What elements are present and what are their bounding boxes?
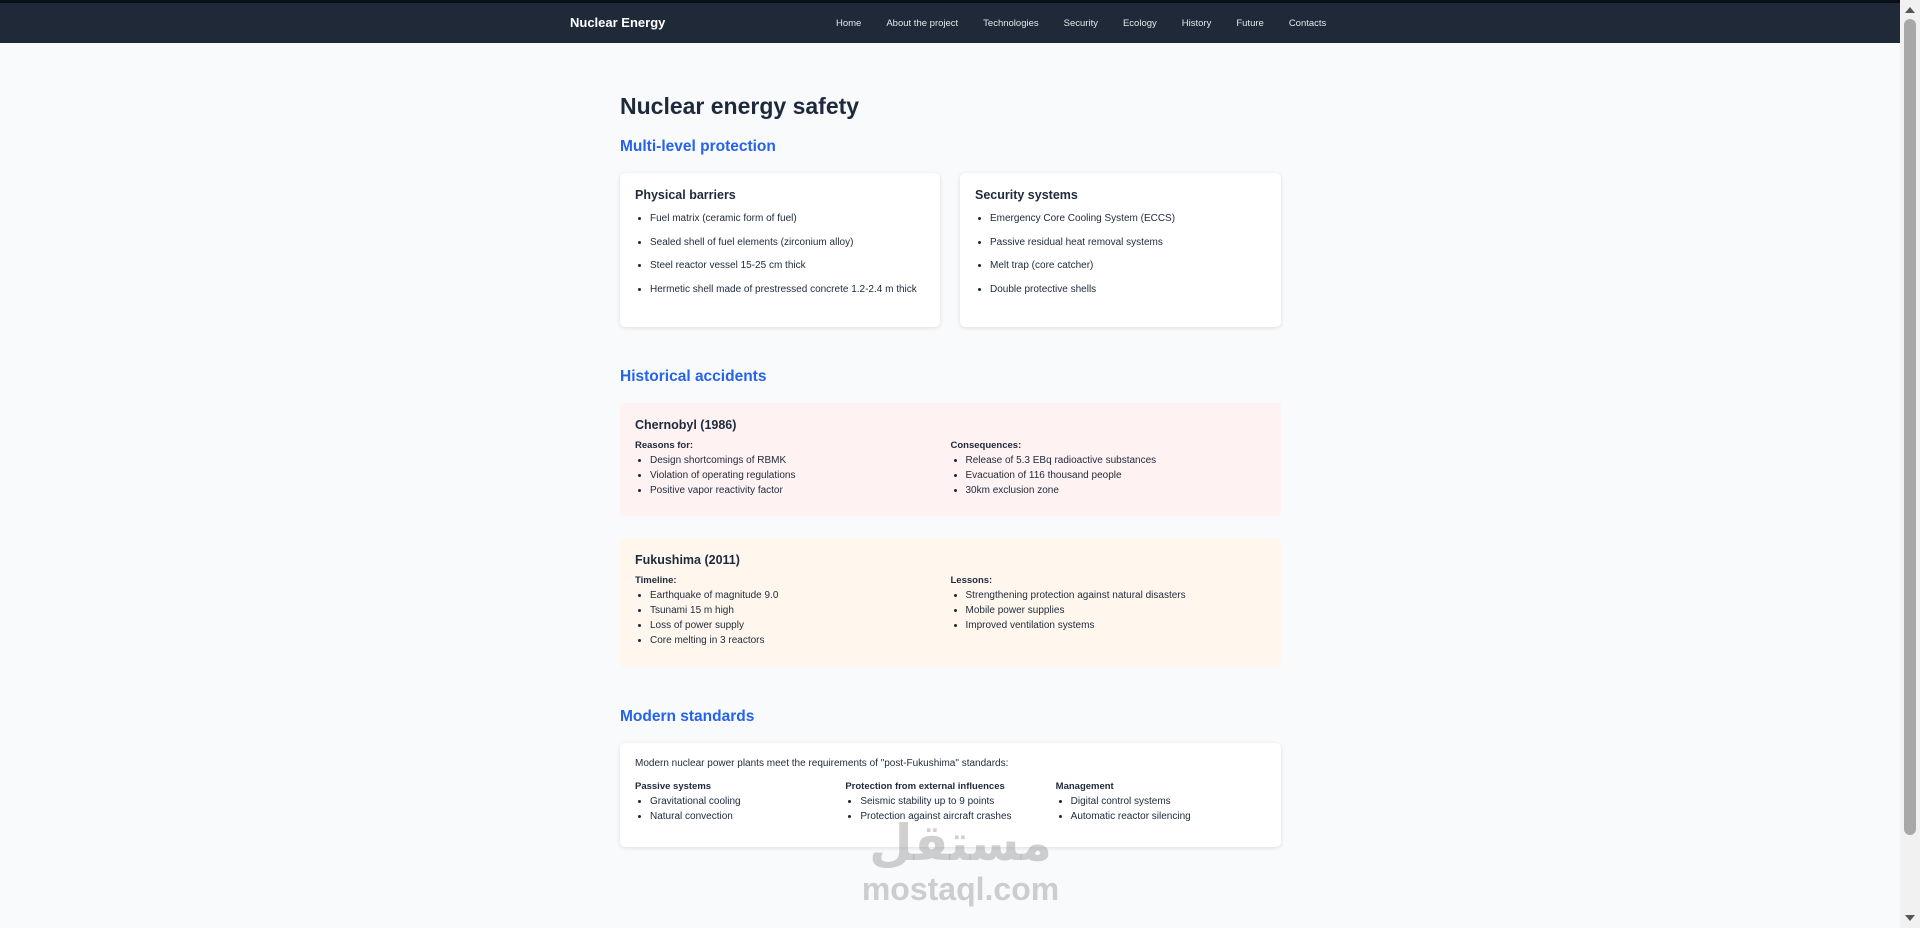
column-label: Reasons for: xyxy=(635,440,694,451)
physical-barriers-list: Fuel matrix (ceramic form of fuel) Seale… xyxy=(635,212,925,297)
nav-link-future[interactable]: Future xyxy=(1236,18,1263,29)
nav-menu: Home About the project Technologies Secu… xyxy=(836,3,1326,43)
list-item: Evacuation of 116 thousand people xyxy=(966,468,1267,483)
card-title: Chernobyl (1986) xyxy=(635,418,737,432)
reasons-column: Reasons for: Design shortcomings of RBMK… xyxy=(635,440,951,498)
lessons-column: Lessons: Strengthening protection agains… xyxy=(951,575,1267,648)
list-item: Emergency Core Cooling System (ECCS) xyxy=(990,212,1266,227)
list-item: Gravitational cooling xyxy=(650,794,845,809)
list-item: Positive vapor reactivity factor xyxy=(650,483,951,498)
card-title: Fukushima (2011) xyxy=(635,553,740,567)
column-label: Passive systems xyxy=(635,781,712,792)
watermark-text: mostaql.com xyxy=(861,871,1060,907)
column-label: Management xyxy=(1055,781,1114,792)
management-column: Management Digital control systems Autom… xyxy=(1056,781,1266,824)
nav-link-history[interactable]: History xyxy=(1182,18,1212,29)
list-item: 30km exclusion zone xyxy=(966,483,1267,498)
nav-link-security[interactable]: Security xyxy=(1064,18,1098,29)
brand-logo[interactable]: Nuclear Energy xyxy=(570,15,665,30)
external-protection-column: Protection from external influences Seis… xyxy=(845,781,1055,824)
list-item: Sealed shell of fuel elements (zirconium… xyxy=(650,236,925,251)
vertical-scrollbar[interactable] xyxy=(1900,0,1920,928)
nav-link-technologies[interactable]: Technologies xyxy=(983,18,1038,29)
list-item: Mobile power supplies xyxy=(966,603,1267,618)
list-item: Steel reactor vessel 15-25 cm thick xyxy=(650,259,925,274)
chernobyl-card: Chernobyl (1986) Reasons for: Design sho… xyxy=(620,403,1281,516)
list-item: Tsunami 15 m high xyxy=(650,603,951,618)
card-title: Physical barriers xyxy=(635,188,736,202)
column-label: Timeline: xyxy=(635,575,677,586)
scrollbar-thumb[interactable] xyxy=(1904,19,1916,835)
list-item: Seismic stability up to 9 points xyxy=(860,794,1055,809)
scroll-up-arrow-icon[interactable] xyxy=(1905,7,1915,13)
nav-link-home[interactable]: Home xyxy=(836,18,861,29)
list-item: Violation of operating regulations xyxy=(650,468,951,483)
nav-link-ecology[interactable]: Ecology xyxy=(1123,18,1157,29)
physical-barriers-card: Physical barriers Fuel matrix (ceramic f… xyxy=(620,173,940,327)
list-item: Melt trap (core catcher) xyxy=(990,259,1266,274)
list-item: Natural convection xyxy=(650,809,845,824)
list-item: Digital control systems xyxy=(1071,794,1266,809)
list-item: Strengthening protection against natural… xyxy=(966,588,1267,603)
card-title: Security systems xyxy=(975,188,1078,202)
modern-standards-card: Modern nuclear power plants meet the req… xyxy=(620,743,1281,847)
navbar: Nuclear Energy Home About the project Te… xyxy=(0,3,1900,43)
consequences-column: Consequences: Release of 5.3 EBq radioac… xyxy=(951,440,1267,498)
column-label: Lessons: xyxy=(950,575,993,586)
list-item: Improved ventilation systems xyxy=(966,618,1267,633)
list-item: Core melting in 3 reactors xyxy=(650,633,951,648)
list-item: Release of 5.3 EBq radioactive substance… xyxy=(966,453,1267,468)
timeline-column: Timeline: Earthquake of magnitude 9.0 Ts… xyxy=(635,575,951,648)
security-systems-card: Security systems Emergency Core Cooling … xyxy=(960,173,1281,327)
page-title: Nuclear energy safety xyxy=(620,93,860,119)
list-item: Hermetic shell made of prestressed concr… xyxy=(650,283,925,298)
standards-intro: Modern nuclear power plants meet the req… xyxy=(635,758,1009,769)
section-heading-standards: Modern standards xyxy=(620,708,755,725)
section-heading-protection: Multi-level protection xyxy=(620,138,776,155)
list-item: Loss of power supply xyxy=(650,618,951,633)
passive-systems-column: Passive systems Gravitational cooling Na… xyxy=(635,781,845,824)
scroll-down-arrow-icon[interactable] xyxy=(1905,915,1915,921)
security-systems-list: Emergency Core Cooling System (ECCS) Pas… xyxy=(975,212,1266,297)
list-item: Automatic reactor silencing xyxy=(1071,809,1266,824)
list-item: Fuel matrix (ceramic form of fuel) xyxy=(650,212,925,227)
list-item: Passive residual heat removal systems xyxy=(990,236,1266,251)
list-item: Design shortcomings of RBMK xyxy=(650,453,951,468)
list-item: Double protective shells xyxy=(990,283,1266,298)
column-label: Consequences: xyxy=(950,440,1022,451)
nav-link-contacts[interactable]: Contacts xyxy=(1289,18,1327,29)
nav-link-about[interactable]: About the project xyxy=(886,18,958,29)
fukushima-card: Fukushima (2011) Timeline: Earthquake of… xyxy=(620,538,1281,667)
list-item: Earthquake of magnitude 9.0 xyxy=(650,588,951,603)
column-label: Protection from external influences xyxy=(845,781,1005,792)
list-item: Protection against aircraft crashes xyxy=(860,809,1055,824)
section-heading-accidents: Historical accidents xyxy=(620,368,767,385)
